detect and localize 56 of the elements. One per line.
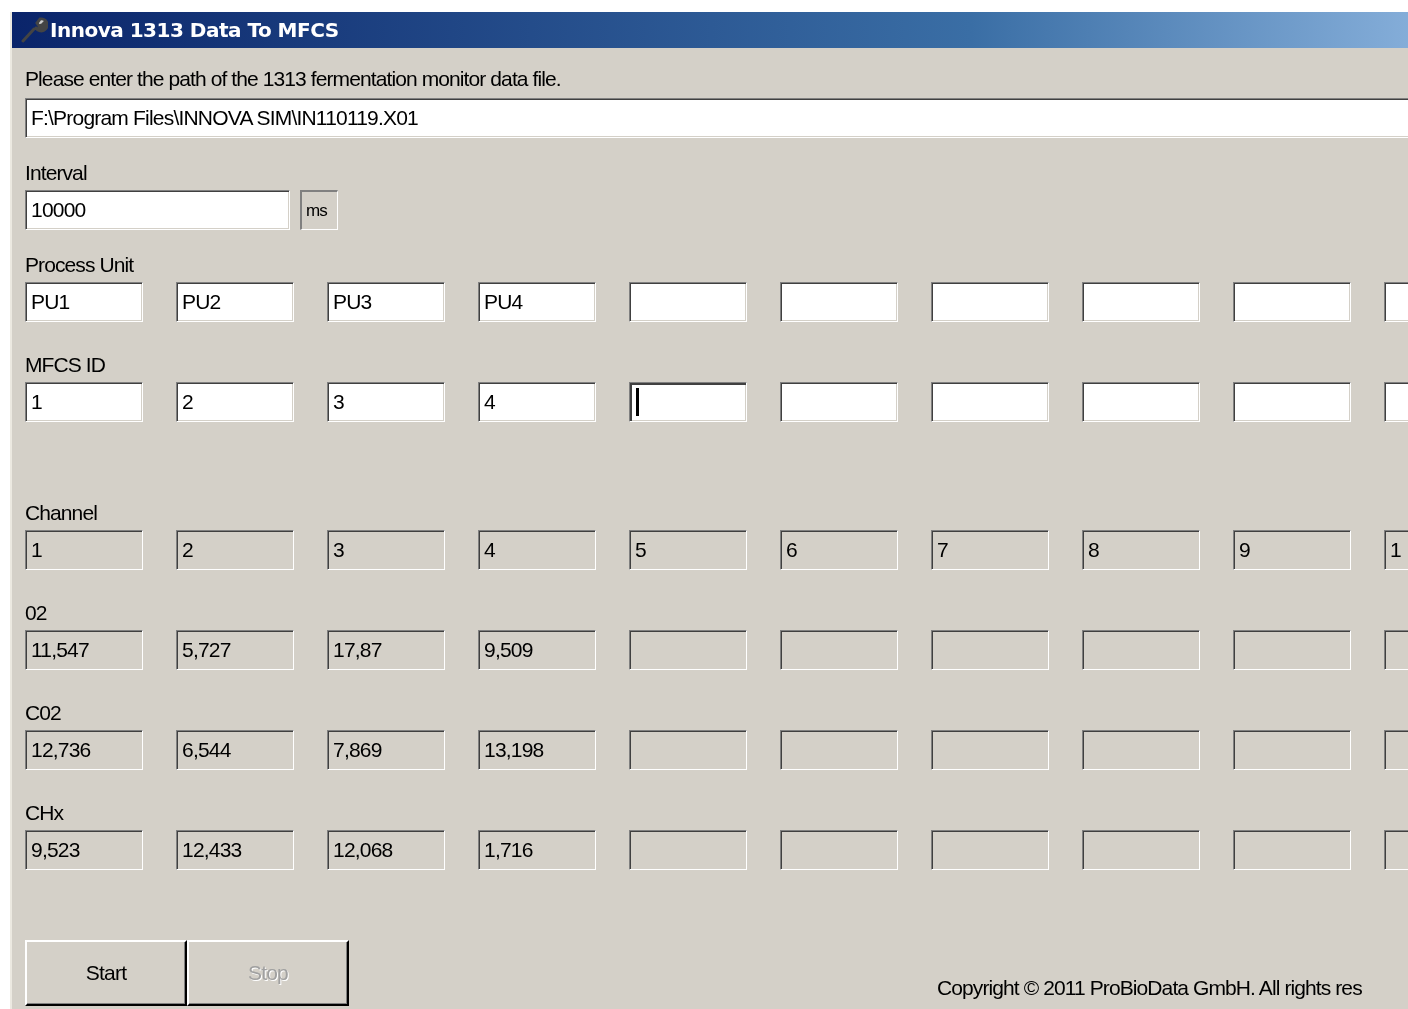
text-caret <box>636 388 639 416</box>
readonly-field: 12,068 <box>327 830 445 870</box>
input-field[interactable] <box>931 282 1049 322</box>
input-field[interactable]: 2 <box>176 382 294 422</box>
input-field[interactable]: PU4 <box>478 282 596 322</box>
readonly-field: 1 <box>1384 530 1408 570</box>
row-label: MFCS ID <box>25 352 107 378</box>
input-field[interactable] <box>629 382 747 422</box>
unit-label: ms <box>300 190 338 230</box>
input-field[interactable]: 1 <box>25 382 143 422</box>
row-label: CHx <box>25 800 65 826</box>
input-field[interactable] <box>780 282 898 322</box>
readonly-field: 1,716 <box>478 830 596 870</box>
window-title: Innova 1313 Data To MFCS <box>50 18 339 42</box>
readonly-field: 13,198 <box>478 730 596 770</box>
input-field[interactable] <box>780 382 898 422</box>
readonly-field: 12,736 <box>25 730 143 770</box>
readonly-field: 1 <box>25 530 143 570</box>
input-field[interactable]: 4 <box>478 382 596 422</box>
readonly-field: 7 <box>931 530 1049 570</box>
wrench-icon <box>20 16 48 44</box>
input-field[interactable] <box>1233 282 1351 322</box>
row-label: 02 <box>25 600 48 626</box>
readonly-field: 6,544 <box>176 730 294 770</box>
readonly-field: 5,727 <box>176 630 294 670</box>
readonly-field: 17,87 <box>327 630 445 670</box>
path-field[interactable]: F:\Program Files\INNOVA SIM\IN110119.X01 <box>25 98 1408 138</box>
readonly-field: 9 <box>1233 530 1351 570</box>
readonly-field: 5 <box>629 530 747 570</box>
row-label: Channel <box>25 500 98 526</box>
input-field[interactable]: PU1 <box>25 282 143 322</box>
readonly-field: 7,869 <box>327 730 445 770</box>
readonly-field: 9,523 <box>25 830 143 870</box>
copyright-text: Copyright © 2011 ProBioData GmbH. All rights res <box>937 976 1362 1000</box>
path-label: Please enter the path of the 1313 fermentation monitor data file. <box>25 66 561 92</box>
interval-label: Interval <box>25 160 87 186</box>
readonly-field: 8 <box>1082 530 1200 570</box>
input-field[interactable] <box>1082 282 1200 322</box>
input-field[interactable]: 3 <box>327 382 445 422</box>
interval-field[interactable]: 10000 <box>25 190 290 230</box>
input-field[interactable] <box>931 382 1049 422</box>
readonly-field: 2 <box>176 530 294 570</box>
input-field[interactable]: PU2 <box>176 282 294 322</box>
readonly-field: 9,509 <box>478 630 596 670</box>
row-label: Process Unit <box>25 252 135 278</box>
row-label: C02 <box>25 700 62 726</box>
readonly-field: 3 <box>327 530 445 570</box>
readonly-field: 11,547 <box>25 630 143 670</box>
input-field[interactable] <box>1082 382 1200 422</box>
input-field[interactable] <box>629 282 747 322</box>
input-field[interactable] <box>1233 382 1351 422</box>
readonly-field: 4 <box>478 530 596 570</box>
readonly-field: 6 <box>780 530 898 570</box>
readonly-field: 12,433 <box>176 830 294 870</box>
action-button[interactable]: Start <box>25 940 187 1006</box>
input-field[interactable]: PU3 <box>327 282 445 322</box>
